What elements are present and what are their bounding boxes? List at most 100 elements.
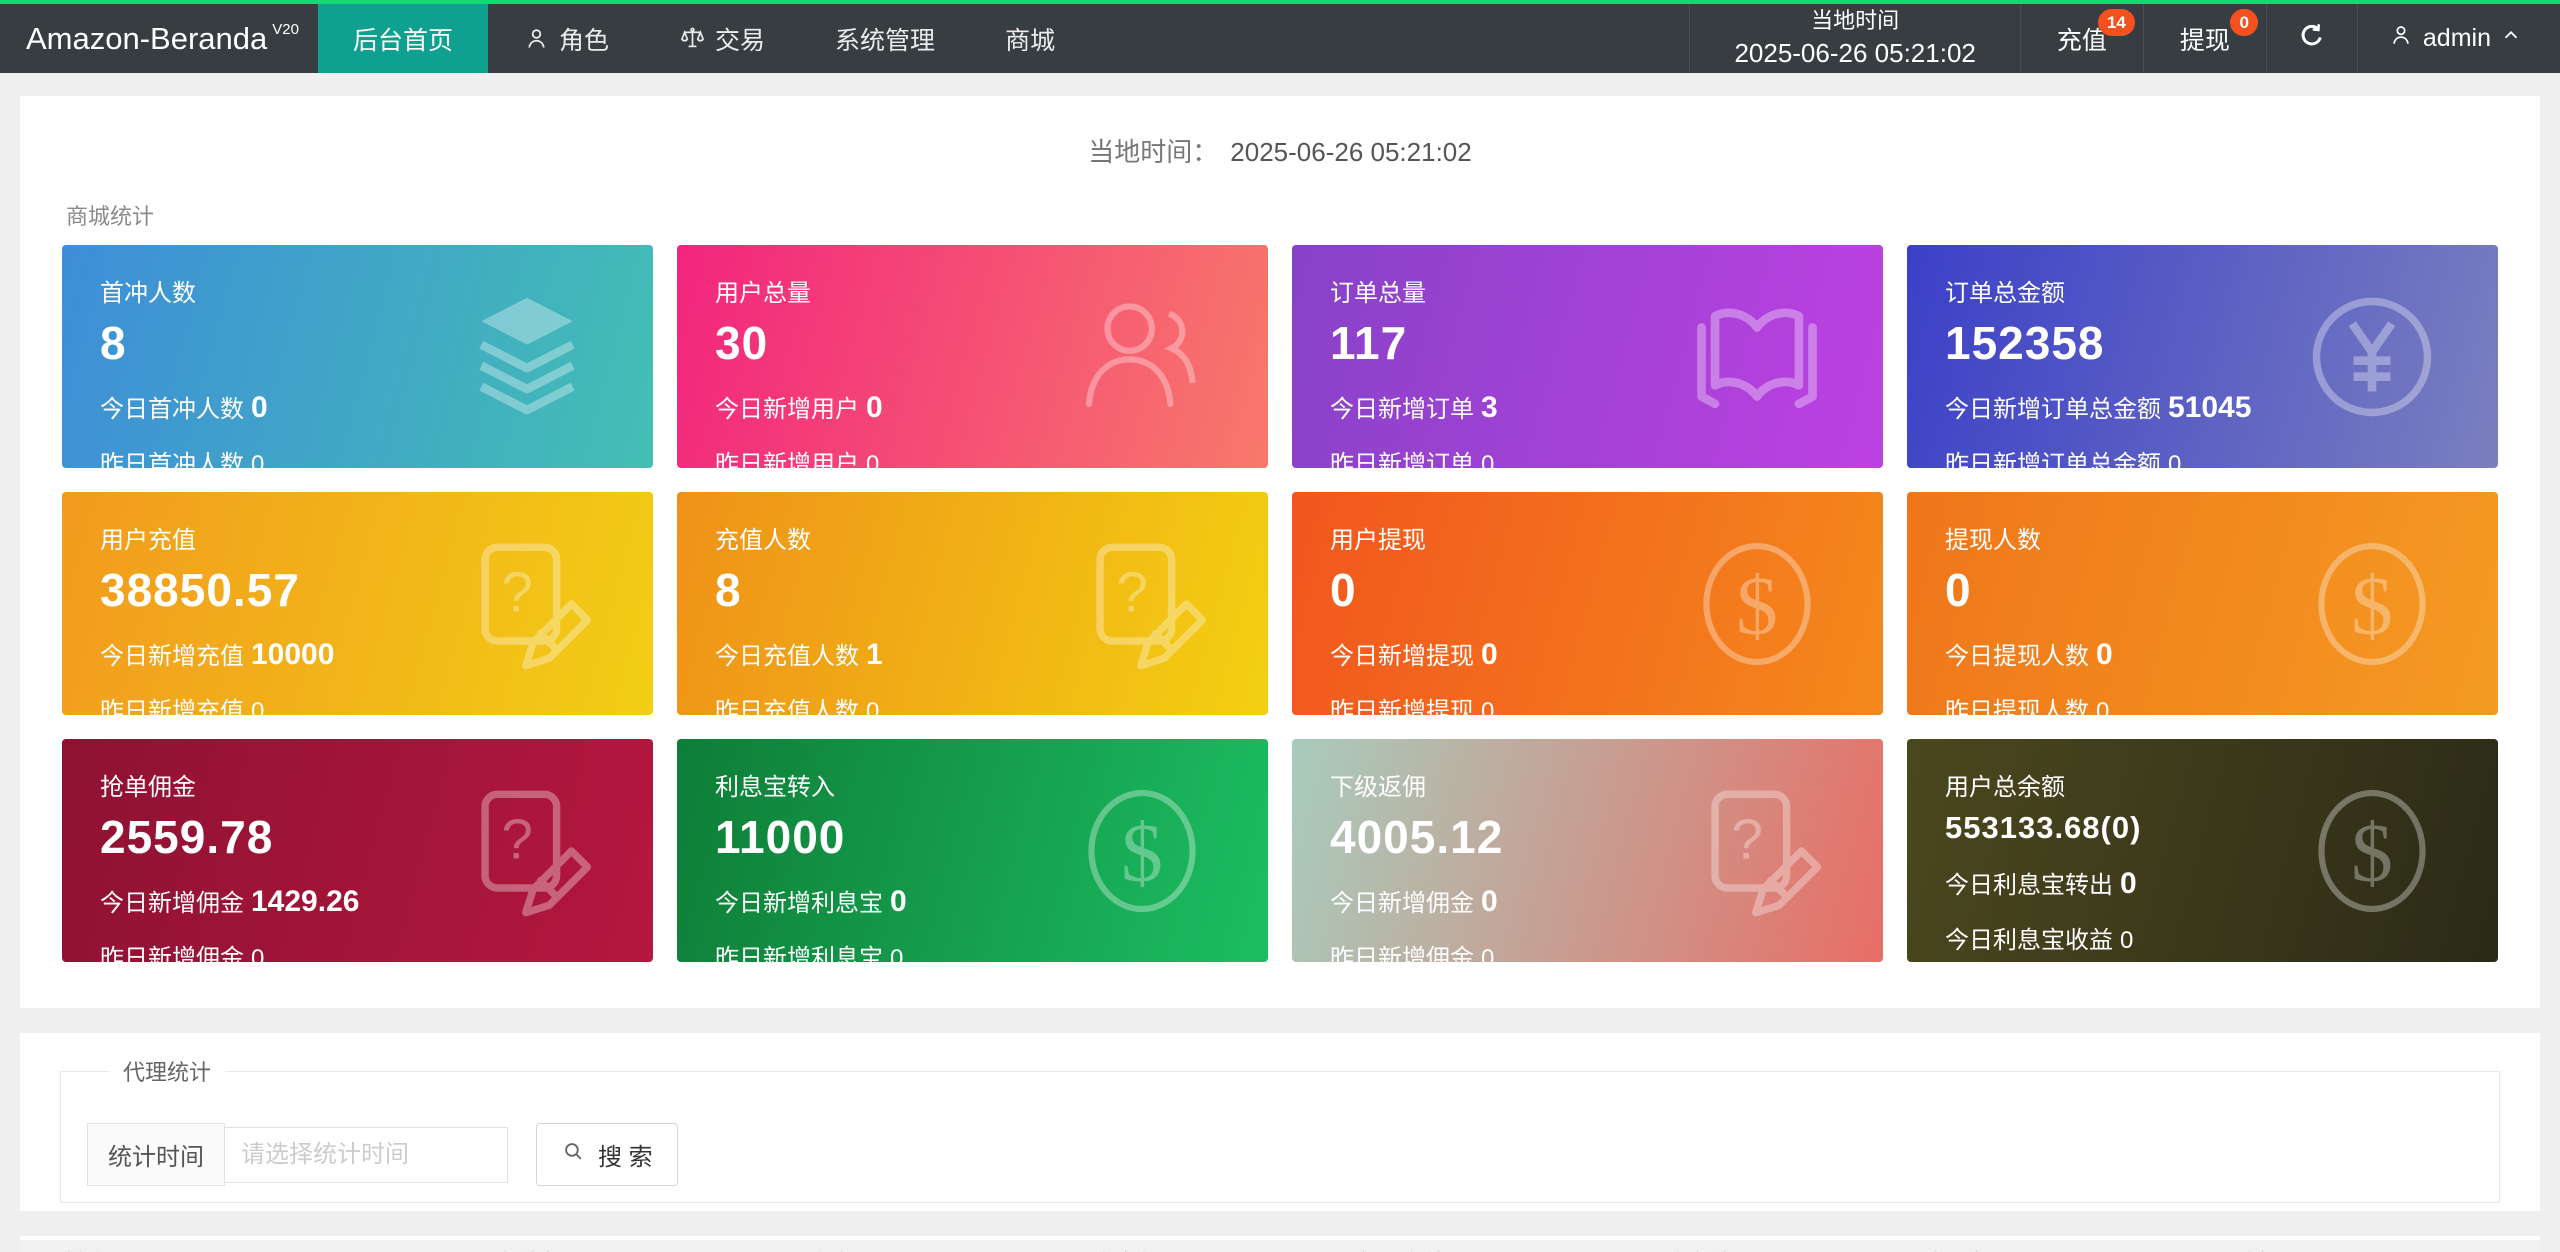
stat-time-label: 统计时间 (87, 1123, 225, 1186)
nav-item-trade[interactable]: 交易 (644, 4, 800, 73)
svg-text:$: $ (2351, 559, 2393, 652)
card-yesterday-label: 昨日充值人数 (715, 698, 859, 715)
card-yesterday-label: 昨日新增用户 (715, 451, 859, 468)
table-column-header: 今日充值 (1352, 1244, 1638, 1252)
card-yesterday-line: 昨日充值人数 0 (715, 691, 1268, 715)
topbar-right: 当地时间 2025-06-26 05:21:02 充值 14 提现 0 admi… (1689, 4, 2560, 73)
card-today-label: 今日充值人数 (715, 643, 859, 670)
card-today-value: 0 (2096, 638, 2113, 671)
refresh-button[interactable] (2265, 4, 2357, 73)
page-time-label: 当地时间： (1088, 137, 1219, 167)
stat-time-input[interactable] (225, 1126, 508, 1183)
card-yesterday-line: 昨日首冲人数 0 (100, 444, 653, 468)
card-yesterday-value: 0 (2120, 927, 2134, 954)
withdraw-link[interactable]: 提现 0 (2142, 4, 2266, 73)
card-yesterday-label: 昨日首冲人数 (100, 451, 244, 468)
card-yesterday-value: 0 (1481, 451, 1495, 468)
stat-card: 用户充值 38850.57 今日新增充值 10000 昨日新增充值 0? (62, 492, 653, 715)
local-time: 当地时间 2025-06-26 05:21:02 (1689, 4, 2019, 73)
card-yesterday-line: 昨日新增订单总金额 0 (1945, 444, 2498, 468)
card-yesterday-line: 昨日新增订单 0 (1330, 444, 1883, 468)
user-name: admin (2422, 24, 2491, 52)
table-column-header: 充值数量 (493, 1244, 779, 1252)
nav-label: 角色 (559, 26, 610, 55)
doc-question-icon: ? (1068, 530, 1216, 678)
nav-item-system[interactable]: 系统管理 (800, 4, 970, 73)
table-column-header: 累计收入 (779, 1244, 1065, 1252)
stat-card: 订单总金额 152358 今日新增订单总金额 51045 昨日新增订单总金额 0 (1907, 245, 2498, 468)
card-today-value: 3 (1481, 391, 1498, 424)
svg-text:?: ? (501, 808, 533, 871)
card-yesterday-label: 昨日提现人数 (1945, 698, 2089, 715)
users-icon (1068, 283, 1216, 431)
card-today-label: 今日新增提现 (1330, 643, 1474, 670)
card-today-label: 今日新增充值 (100, 643, 244, 670)
stats-panel: 当地时间： 2025-06-26 05:21:02 商城统计 首冲人数 8 今日首冲人… (20, 96, 2540, 1008)
card-yesterday-value: 0 (1481, 945, 1495, 962)
card-yesterday-line: 昨日新增用户 0 (715, 444, 1268, 468)
table-column-header: 姓名 (64, 1244, 493, 1252)
agent-panel: 代理统计 统计时间 搜 索 (20, 1033, 2540, 1211)
card-today-value: 0 (866, 391, 883, 424)
card-yesterday-value: 0 (251, 698, 265, 715)
brand-version: V20 (272, 21, 299, 38)
user-menu[interactable]: admin (2356, 4, 2560, 73)
stat-card: 用户总量 30 今日新增用户 0 昨日新增用户 0 (677, 245, 1268, 468)
card-today-label: 今日新增订单 (1330, 396, 1474, 423)
page-time-value: 2025-06-26 05:21:02 (1230, 137, 1472, 167)
doc-question-icon: ? (1683, 777, 1831, 925)
recharge-link[interactable]: 充值 14 (2019, 4, 2143, 73)
doc-question-icon: ? (453, 777, 601, 925)
stat-card: 首冲人数 8 今日首冲人数 0 昨日首冲人数 0 (62, 245, 653, 468)
nav-item-home[interactable]: 后台首页 (318, 4, 489, 73)
stats-card-grid: 首冲人数 8 今日首冲人数 0 昨日首冲人数 0 用户总量 30 今日新增用户 0 昨日新增用户 0 订… (20, 245, 2540, 962)
recharge-badge: 14 (2097, 9, 2135, 36)
card-today-label: 今日利息宝转出 (1945, 872, 2113, 899)
svg-text:?: ? (501, 561, 533, 624)
card-yesterday-label: 昨日新增充值 (100, 698, 244, 715)
stat-card: 订单总量 117 今日新增订单 3 昨日新增订单 0 (1292, 245, 1883, 468)
page-time: 当地时间： 2025-06-26 05:21:02 (20, 132, 2540, 169)
card-yesterday-value: 0 (251, 451, 265, 468)
card-yesterday-value: 0 (866, 698, 880, 715)
agent-table-panel: 姓名充值数量累计收入回收金额今日充值累计充值今日提现累计提现 (20, 1236, 2540, 1252)
stat-card: 提现人数 0 今日提现人数 0 昨日提现人数 0 $ (1907, 492, 2498, 715)
card-today-label: 今日新增利息宝 (715, 890, 883, 917)
nav-label: 后台首页 (353, 26, 454, 55)
card-today-label: 今日新增用户 (715, 396, 859, 423)
card-yesterday-line: 昨日新增提现 0 (1330, 691, 1883, 715)
main-nav: 后台首页 角色 交易 系统管理 商城 (318, 4, 1090, 73)
table-column-header: 累计提现 (2210, 1244, 2496, 1252)
card-yesterday-value: 0 (866, 451, 880, 468)
card-today-label: 今日新增订单总金额 (1945, 396, 2161, 423)
card-today-value: 0 (251, 391, 268, 424)
agent-section-title: 代理统计 (123, 1060, 212, 1085)
card-today-value: 51045 (2168, 391, 2252, 424)
table-column-header: 今日提现 (1924, 1244, 2210, 1252)
card-yesterday-value: 0 (1481, 698, 1495, 715)
nav-item-mall[interactable]: 商城 (970, 4, 1090, 73)
stat-card: 利息宝转入 11000 今日新增利息宝 0 昨日新增利息宝 0 $ (677, 739, 1268, 962)
topbar: Amazon-Beranda V20 后台首页 角色 交易 系统管理 商城 当地… (0, 0, 2560, 73)
nav-label: 商城 (1005, 26, 1056, 55)
brand-name: Amazon-Beranda (26, 20, 268, 56)
person-icon (523, 25, 550, 52)
dollar-circle-icon: $ (1683, 530, 1831, 678)
yen-circle-icon (2298, 283, 2446, 431)
card-today-value: 1 (866, 638, 883, 671)
svg-text:?: ? (1116, 561, 1148, 624)
card-yesterday-value: 0 (2168, 451, 2182, 468)
card-yesterday-value: 0 (2096, 698, 2110, 715)
card-yesterday-line: 昨日提现人数 0 (1945, 691, 2498, 715)
scales-icon (679, 25, 706, 52)
stat-card: 充值人数 8 今日充值人数 1 昨日充值人数 0? (677, 492, 1268, 715)
brand-logo[interactable]: Amazon-Beranda V20 (0, 4, 318, 73)
card-yesterday-line: 昨日新增充值 0 (100, 691, 653, 715)
main-content: 当地时间： 2025-06-26 05:21:02 商城统计 首冲人数 8 今日首冲人… (0, 96, 2560, 1252)
nav-item-roles[interactable]: 角色 (488, 4, 644, 73)
card-yesterday-line: 昨日新增利息宝 0 (715, 938, 1268, 962)
search-button[interactable]: 搜 索 (536, 1123, 678, 1186)
card-yesterday-label: 昨日新增利息宝 (715, 945, 883, 962)
card-today-value: 0 (890, 885, 907, 918)
table-column-header: 累计充值 (1638, 1244, 1924, 1252)
